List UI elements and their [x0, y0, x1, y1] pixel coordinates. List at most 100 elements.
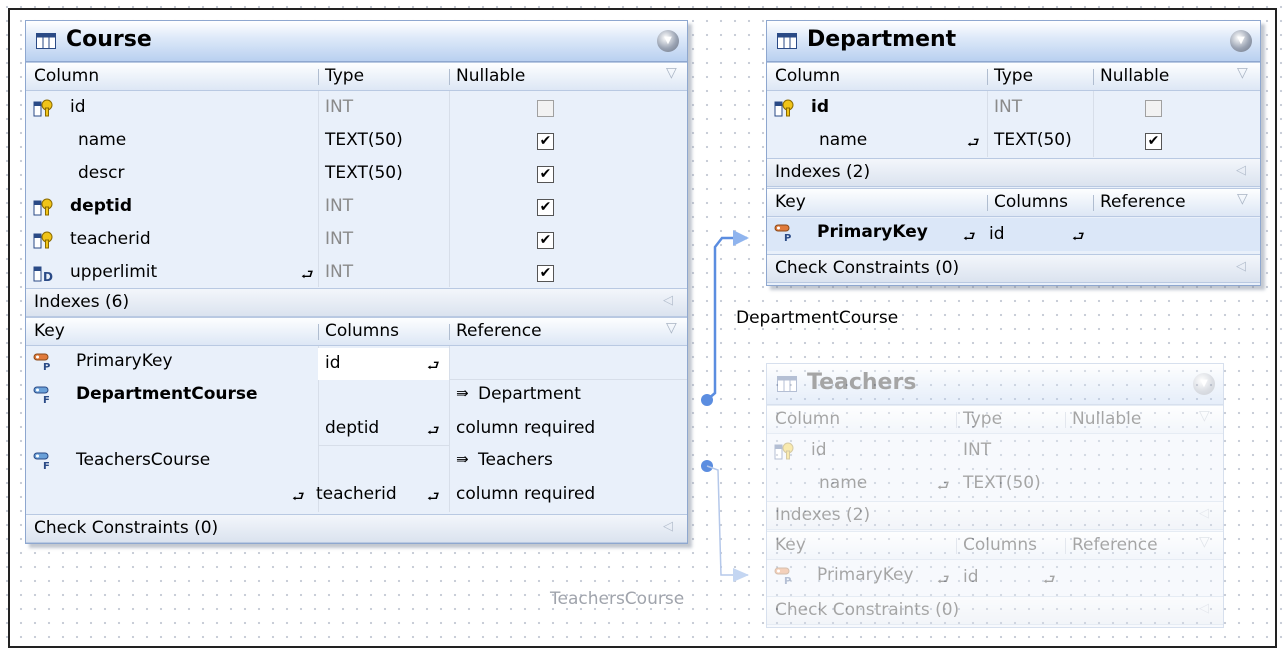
column-row[interactable]: deptid INT ✔: [26, 190, 687, 223]
key-row[interactable]: P PrimaryKey ⮐ id ⮐: [767, 218, 1260, 251]
nullable-checkbox[interactable]: ✔: [537, 133, 554, 150]
expand-icon[interactable]: ⮐: [427, 420, 440, 444]
reference-note: column required: [456, 484, 596, 504]
nullable-checkbox[interactable]: ✔: [537, 166, 554, 183]
header-nullable[interactable]: Nullable: [456, 66, 525, 86]
key-column: id: [325, 353, 341, 373]
key-row[interactable]: P PrimaryKey ⮐ id ⮐: [767, 561, 1223, 594]
section-toggle-icon[interactable]: ◁: [663, 293, 673, 308]
key-row[interactable]: P PrimaryKey id ⮐: [26, 347, 687, 380]
column-row[interactable]: D upperlimit ⮐ INT ✔: [26, 256, 687, 289]
table-title-bar[interactable]: Department ▼: [767, 21, 1260, 62]
key-row[interactable]: F DepartmentCourse deptid ⮐ ⇛ Department…: [26, 380, 687, 446]
column-row[interactable]: id INT: [767, 91, 1260, 124]
indexes-section[interactable]: Indexes (6) ◁: [26, 288, 687, 317]
indexes-section[interactable]: Indexes (2) ◁: [767, 501, 1223, 530]
header-key[interactable]: Key: [775, 192, 806, 212]
expand-icon[interactable]: ⮐: [301, 264, 314, 288]
table-title-bar[interactable]: Course ▼: [26, 21, 687, 62]
key-header-row: Key Columns Reference ▽: [767, 188, 1260, 217]
section-toggle-icon[interactable]: ◁: [1236, 163, 1246, 178]
header-reference[interactable]: Reference: [456, 321, 542, 341]
nullable-checkbox[interactable]: ✔: [537, 265, 554, 282]
section-toggle-icon[interactable]: ◁: [1236, 259, 1246, 274]
header-type[interactable]: Type: [963, 409, 1002, 429]
column-row[interactable]: id INT: [26, 91, 687, 124]
department-table[interactable]: Department ▼ Column Type Nullable ▽ id I…: [766, 20, 1261, 286]
column-name: name: [78, 130, 127, 150]
header-key[interactable]: Key: [34, 321, 65, 341]
filter-icon[interactable]: ▽: [1199, 408, 1210, 424]
header-column[interactable]: Column: [775, 66, 840, 86]
svg-text:D: D: [43, 270, 53, 283]
indexes-section[interactable]: Indexes (2) ◁: [767, 158, 1260, 187]
filter-icon[interactable]: ▽: [666, 320, 677, 336]
course-table[interactable]: Course ▼ Column Type Nullable ▽ id INT n…: [25, 20, 688, 544]
filter-icon[interactable]: ▽: [1237, 191, 1248, 207]
filter-icon[interactable]: ▽: [1199, 534, 1210, 550]
reference-note: column required: [456, 418, 596, 438]
expand-icon[interactable]: ⮐: [963, 226, 976, 250]
header-nullable[interactable]: Nullable: [1072, 409, 1141, 429]
nullable-checkbox[interactable]: [1145, 100, 1162, 117]
column-row[interactable]: descr TEXT(50) ✔: [26, 157, 687, 190]
nullable-checkbox[interactable]: ✔: [537, 232, 554, 249]
nullable-checkbox[interactable]: ✔: [1145, 133, 1162, 150]
column-name: id: [811, 440, 827, 460]
column-type: TEXT(50): [994, 130, 1072, 150]
column-row[interactable]: id INT: [767, 434, 1223, 467]
column-row[interactable]: name ⮐ TEXT(50) ✔: [767, 124, 1260, 157]
section-toggle-icon[interactable]: ◁: [1199, 601, 1209, 616]
header-reference[interactable]: Reference: [1072, 535, 1158, 555]
collapse-icon[interactable]: ▼: [1193, 373, 1215, 395]
reference-table[interactable]: Teachers: [478, 450, 553, 470]
check-constraints-section[interactable]: Check Constraints (0) ◁: [767, 596, 1223, 625]
header-columns[interactable]: Columns: [963, 535, 1037, 555]
nullable-checkbox[interactable]: [537, 100, 554, 117]
filter-icon[interactable]: ▽: [666, 65, 677, 81]
primary-key-icon: P: [774, 567, 791, 585]
expand-icon[interactable]: ⮐: [427, 486, 440, 510]
column-row[interactable]: teacherid INT ✔: [26, 223, 687, 256]
column-type: INT: [325, 196, 354, 216]
key-column-icon: [774, 442, 794, 460]
header-type[interactable]: Type: [325, 66, 364, 86]
column-name: id: [811, 97, 829, 117]
reference-table-icon: ⇛: [456, 450, 469, 468]
check-constraints-section[interactable]: Check Constraints (0) ◁: [26, 514, 687, 543]
collapse-icon[interactable]: ▼: [657, 30, 679, 52]
section-toggle-icon[interactable]: ◁: [663, 519, 673, 534]
teachers-course-line[interactable]: [706, 465, 748, 576]
key-row[interactable]: F TeachersCourse ⮐ teacherid ⮐ ⇛ Teacher…: [26, 446, 687, 512]
header-column[interactable]: Column: [34, 66, 99, 86]
check-constraints-label: Check Constraints (0): [775, 600, 960, 620]
header-type[interactable]: Type: [994, 66, 1033, 86]
expand-icon[interactable]: ⮐: [1072, 226, 1085, 250]
collapse-icon[interactable]: ▼: [1230, 30, 1252, 52]
column-row[interactable]: name ⮐ TEXT(50): [767, 467, 1223, 500]
header-columns[interactable]: Columns: [994, 192, 1068, 212]
teachers-course-label[interactable]: TeachersCourse: [550, 589, 684, 609]
column-row[interactable]: name TEXT(50) ✔: [26, 124, 687, 157]
header-key[interactable]: Key: [775, 535, 806, 555]
teachers-table[interactable]: Teachers ▼ Column Type Nullable ▽ id INT…: [766, 363, 1224, 628]
header-reference[interactable]: Reference: [1100, 192, 1186, 212]
expand-icon[interactable]: ⮐: [1043, 569, 1056, 593]
table-title-bar[interactable]: Teachers ▼: [767, 364, 1223, 405]
header-nullable[interactable]: Nullable: [1100, 66, 1169, 86]
expand-icon[interactable]: ⮐: [937, 569, 950, 593]
filter-icon[interactable]: ▽: [1237, 65, 1248, 81]
column-name: name: [819, 130, 868, 150]
reference-table[interactable]: Department: [478, 384, 581, 404]
header-column[interactable]: Column: [775, 409, 840, 429]
header-columns[interactable]: Columns: [325, 321, 399, 341]
key-name: TeachersCourse: [76, 450, 211, 470]
section-toggle-icon[interactable]: ◁: [1199, 506, 1209, 521]
expand-icon[interactable]: ⮐: [967, 132, 980, 156]
expand-icon[interactable]: ⮐: [427, 355, 440, 379]
expand-icon[interactable]: ⮐: [292, 486, 305, 510]
department-course-label[interactable]: DepartmentCourse: [736, 308, 898, 328]
expand-icon[interactable]: ⮐: [937, 475, 950, 499]
nullable-checkbox[interactable]: ✔: [537, 199, 554, 216]
check-constraints-section[interactable]: Check Constraints (0) ◁: [767, 254, 1260, 283]
